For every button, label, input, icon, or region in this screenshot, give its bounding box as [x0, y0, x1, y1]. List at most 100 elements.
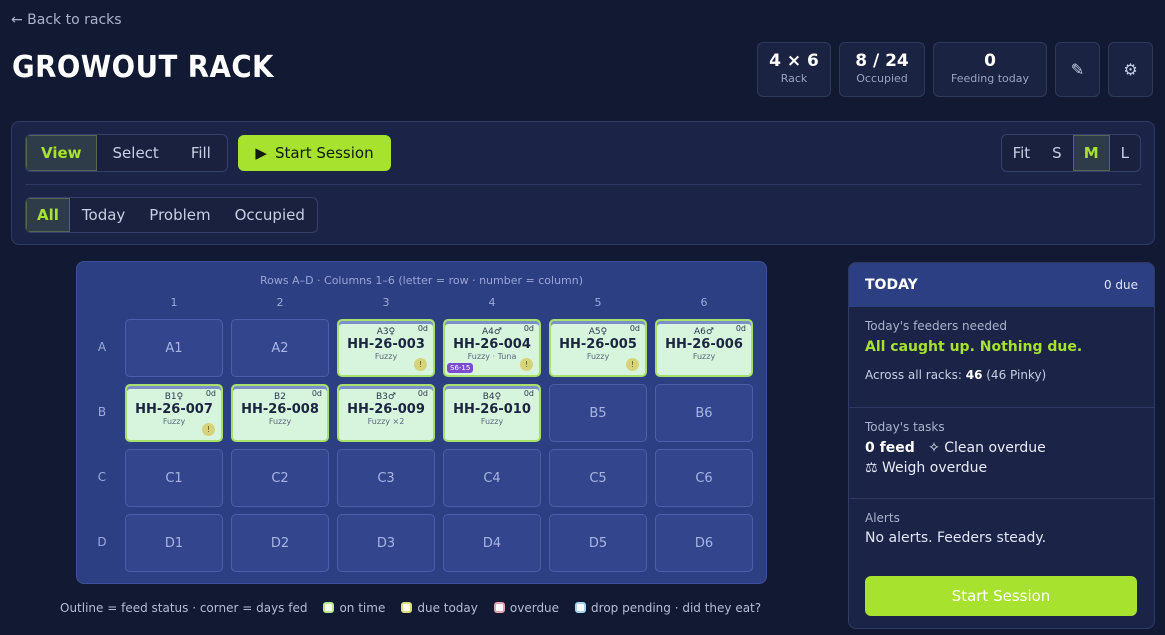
rack-stats: 4 × 6 Rack 8 / 24 Occupied 0 Feeding tod…	[757, 42, 1153, 97]
toolbar-divider	[25, 184, 1141, 185]
cell-pos-label: A6	[694, 327, 706, 337]
rack-cell-empty[interactable]: D1	[125, 514, 223, 572]
legend-item: due today	[401, 601, 478, 615]
today-panel: TODAY 0 due Today's feeders needed All c…	[848, 262, 1155, 629]
mode-fill-button[interactable]: Fill	[175, 135, 227, 171]
feeder-type: Fuzzy	[268, 417, 292, 426]
mode-select-button[interactable]: Select	[97, 135, 175, 171]
column-header: 2	[276, 296, 284, 309]
rack-cell-empty[interactable]: A1	[125, 319, 223, 377]
alerts-section: Alerts No alerts. Feeders steady.	[849, 499, 1154, 558]
rack-cell-occupied[interactable]: 0d B1♀ HH-26-007 Fuzzy!	[125, 384, 223, 442]
stat-rack-size: 4 × 6 Rack	[757, 42, 831, 97]
tasks-heading: Today's tasks	[865, 420, 945, 434]
today-header: TODAY 0 due	[849, 263, 1154, 307]
animal-id: HH-26-005	[559, 337, 637, 352]
settings-button[interactable]: ⚙	[1108, 42, 1153, 97]
rack-cell-empty[interactable]: C6	[655, 449, 753, 507]
broom-icon: ✧	[928, 440, 940, 456]
filter-selector: All Today Problem Occupied	[25, 197, 318, 233]
row-header: C	[97, 470, 107, 484]
today-start-session-button[interactable]: Start Session	[865, 576, 1137, 616]
rack-cell-occupied[interactable]: 0d B4♀ HH-26-010 Fuzzy	[443, 384, 541, 442]
row-header: B	[97, 405, 107, 419]
zoom-l-button[interactable]: L	[1110, 135, 1140, 171]
tasks-row-weigh: ⚖ Weigh overdue	[865, 460, 1138, 476]
rack-cell-empty[interactable]: D5	[549, 514, 647, 572]
column-header: 6	[700, 296, 708, 309]
cell-pos-label: A5	[588, 327, 601, 337]
zoom-m-button[interactable]: M	[1072, 135, 1110, 171]
cell-pos-label: B1	[164, 392, 177, 402]
days-fed: 0d	[735, 324, 746, 333]
stat-occupied: 8 / 24 Occupied	[839, 42, 925, 97]
rack-cell-empty[interactable]: D6	[655, 514, 753, 572]
rack-caption: Rows A–D · Columns 1–6 (letter = row · n…	[259, 274, 584, 287]
filter-today-button[interactable]: Today	[70, 198, 137, 232]
cell-pos-label: B2	[274, 392, 286, 402]
column-header: 5	[594, 296, 602, 309]
legend-swatch	[323, 602, 335, 613]
zoom-fit-button[interactable]: Fit	[1002, 135, 1042, 171]
stat-value: 8 / 24	[855, 51, 909, 71]
rack-toolbar: View Select Fill ▶ Start Session Fit S M…	[11, 121, 1155, 245]
rack-cell-empty[interactable]: C5	[549, 449, 647, 507]
rack-cell-empty[interactable]: C1	[125, 449, 223, 507]
pencil-icon: ✎	[1070, 60, 1085, 79]
feeders-across-racks: Across all racks: 46 (46 Pinky)	[865, 368, 1138, 382]
rack-cell-empty[interactable]: D2	[231, 514, 329, 572]
rack-cell-empty[interactable]: B5	[549, 384, 647, 442]
sex-icon: ♀	[494, 392, 502, 402]
rack-cell-occupied[interactable]: 0d A4♂ HH-26-004 Fuzzy · Tuna! S6-15	[443, 319, 541, 377]
feed-flag-icon: !	[414, 358, 427, 371]
sex-icon: ♀	[388, 327, 396, 337]
edit-button[interactable]: ✎	[1055, 42, 1100, 97]
today-due-count: 0 due	[1103, 278, 1138, 292]
rack-cell-empty[interactable]: C2	[231, 449, 329, 507]
zoom-selector: Fit S M L	[1000, 134, 1141, 172]
cell-pos-label: A4	[482, 327, 494, 337]
today-title: TODAY	[865, 277, 918, 293]
rack-cell-occupied[interactable]: 0d A5♀ HH-26-005 Fuzzy!	[549, 319, 647, 377]
back-to-racks-link[interactable]: ← Back to racks	[11, 12, 122, 28]
legend-intro: Outline = feed status · corner = days fe…	[60, 601, 308, 615]
zoom-s-button[interactable]: S	[1041, 135, 1073, 171]
rack-cell-occupied[interactable]: 0d A6♂ HH-26-006 Fuzzy	[655, 319, 753, 377]
rack-cell-empty[interactable]: C3	[337, 449, 435, 507]
days-fed: 0d	[311, 389, 322, 398]
animal-id: HH-26-004	[453, 337, 531, 352]
rack-cell-empty[interactable]: D3	[337, 514, 435, 572]
feed-status-legend: Outline = feed status · corner = days fe…	[60, 601, 761, 615]
legend-label: overdue	[509, 601, 560, 615]
page-title: GROWOUT RACK	[12, 50, 274, 85]
rack-cell-empty[interactable]: D4	[443, 514, 541, 572]
filter-all-button[interactable]: All	[26, 198, 70, 232]
legend-swatch	[493, 602, 505, 613]
rack-cell-empty[interactable]: A2	[231, 319, 329, 377]
sex-icon: ♂	[387, 392, 396, 402]
filter-problem-button[interactable]: Problem	[137, 198, 222, 232]
rack-cell-empty[interactable]: C4	[443, 449, 541, 507]
cell-pos-label: A3	[376, 327, 389, 337]
start-session-button[interactable]: ▶ Start Session	[238, 135, 391, 171]
animal-id: HH-26-003	[347, 337, 425, 352]
feed-flag-icon: !	[520, 358, 533, 371]
rack-cell-empty[interactable]: B6	[655, 384, 753, 442]
legend-swatch	[575, 602, 587, 613]
filter-occupied-button[interactable]: Occupied	[223, 198, 317, 232]
legend-swatch	[401, 602, 413, 613]
animal-id: HH-26-008	[241, 402, 319, 417]
size-tag: S6-15	[447, 363, 474, 373]
rack-cell-occupied[interactable]: 0d B2 HH-26-008 Fuzzy	[231, 384, 329, 442]
feeders-section: Today's feeders needed All caught up. No…	[849, 307, 1154, 408]
sex-icon: ♂	[493, 327, 502, 337]
mode-view-button[interactable]: View	[26, 135, 97, 171]
feeders-status: All caught up. Nothing due.	[865, 339, 1083, 355]
rack-cell-occupied[interactable]: 0d A3♀ HH-26-003 Fuzzy!	[337, 319, 435, 377]
stat-value: 4 × 6	[769, 51, 819, 71]
legend-item: on time	[323, 601, 385, 615]
sex-icon: ♀	[600, 327, 608, 337]
rack-cell-occupied[interactable]: 0d B3♂ HH-26-009 Fuzzy ×2	[337, 384, 435, 442]
alerts-text: No alerts. Feeders steady.	[865, 530, 1047, 546]
days-fed: 0d	[523, 389, 534, 398]
